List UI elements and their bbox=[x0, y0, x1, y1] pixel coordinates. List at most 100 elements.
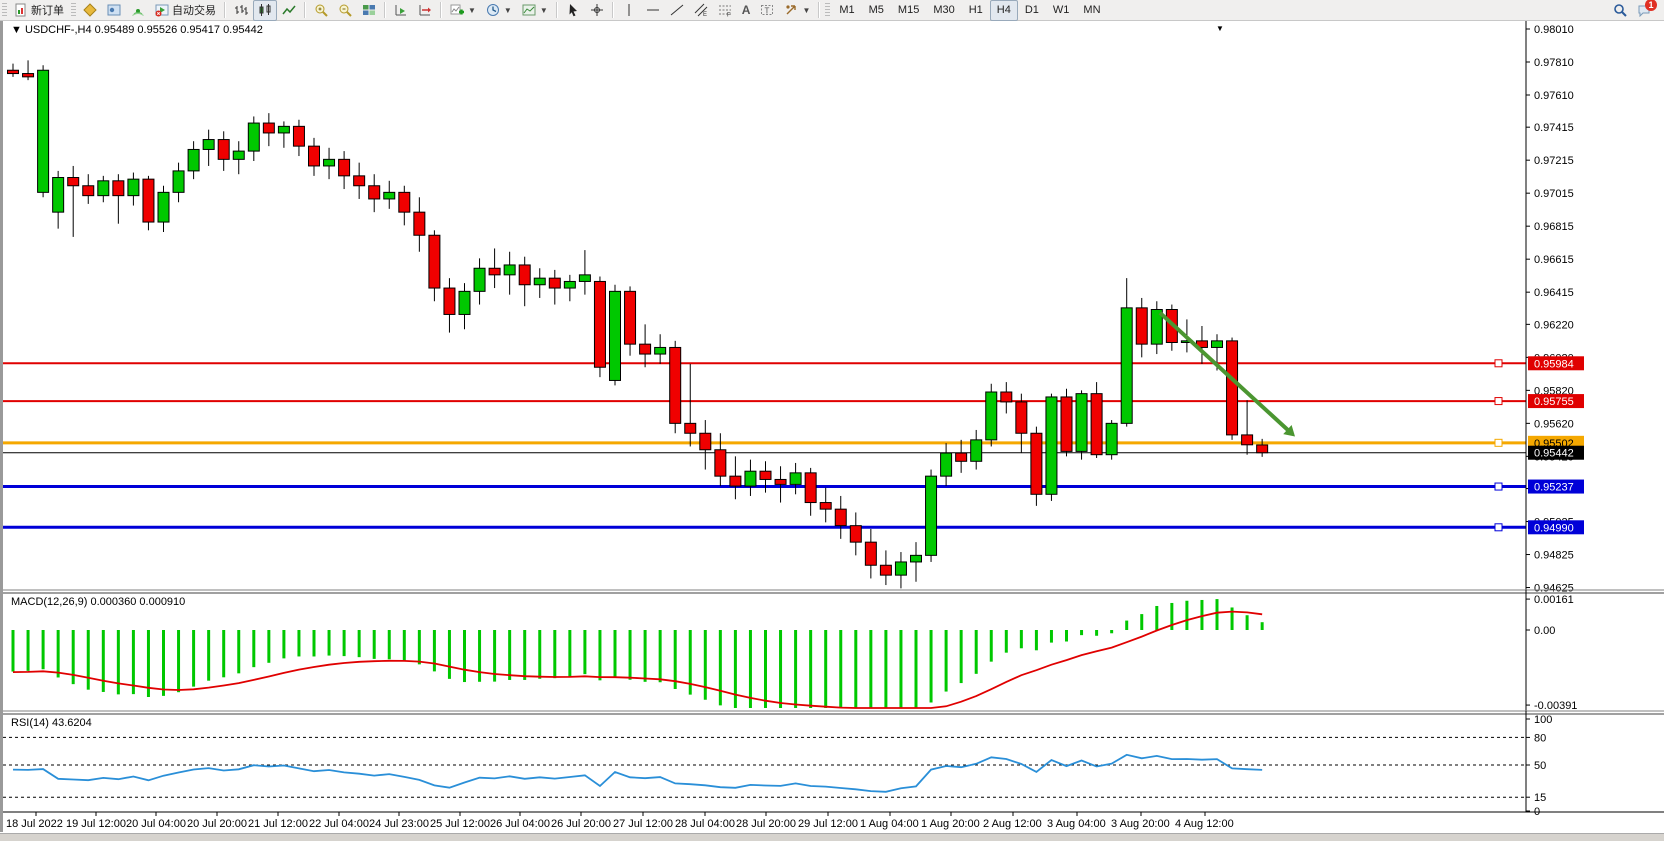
time-tick-label: 21 Jul 12:00 bbox=[248, 818, 308, 830]
candle-body bbox=[414, 212, 425, 235]
templates-button[interactable]: ▼ bbox=[517, 0, 553, 21]
candle-body bbox=[324, 159, 335, 166]
candle-body bbox=[128, 179, 139, 196]
chart-window[interactable]: 0.980100.978100.976100.974150.972150.970… bbox=[0, 21, 1664, 832]
macd-label: MACD(12,26,9) 0.000360 0.000910 bbox=[11, 596, 185, 608]
time-tick-label: 18 Jul 2022 bbox=[6, 818, 63, 830]
crosshair-button[interactable] bbox=[585, 0, 609, 21]
line-anchor-handle[interactable] bbox=[1495, 360, 1502, 367]
hline-button[interactable] bbox=[641, 0, 665, 21]
candles-icon bbox=[258, 3, 272, 17]
autotrading-button[interactable]: 自动交易 bbox=[150, 0, 221, 21]
zoom-in-button[interactable] bbox=[309, 0, 333, 21]
candle-body bbox=[98, 181, 109, 196]
candle-body bbox=[489, 268, 500, 275]
auto-scroll-button[interactable] bbox=[389, 0, 413, 21]
timeframe-M1-button[interactable]: M1 bbox=[832, 0, 861, 21]
candle-body bbox=[986, 392, 997, 440]
candle-body bbox=[113, 181, 124, 196]
cursor-icon bbox=[566, 3, 580, 17]
zoomin-icon bbox=[314, 3, 328, 17]
new-order-button[interactable]: 新订单 bbox=[9, 0, 69, 21]
time-tick-label: 25 Jul 12:00 bbox=[430, 818, 490, 830]
navigator-button[interactable] bbox=[102, 0, 126, 21]
cursor-button[interactable] bbox=[561, 0, 585, 21]
timeframe-M5-button[interactable]: M5 bbox=[862, 0, 891, 21]
line-anchor-handle[interactable] bbox=[1495, 483, 1502, 490]
line-anchor-handle[interactable] bbox=[1495, 439, 1502, 446]
trendline-button[interactable] bbox=[665, 0, 689, 21]
arrows-button[interactable]: ▼ bbox=[779, 0, 815, 21]
price-tick-label: 0.98010 bbox=[1534, 24, 1574, 36]
text-label-button[interactable]: T bbox=[755, 0, 779, 21]
bars-chart-button[interactable] bbox=[229, 0, 253, 21]
line-chart-button[interactable] bbox=[277, 0, 301, 21]
candle-body bbox=[640, 344, 651, 354]
candle-body bbox=[715, 450, 726, 476]
candle-body bbox=[173, 171, 184, 192]
fibonacci-button[interactable]: F bbox=[713, 0, 737, 21]
template-icon bbox=[522, 3, 536, 17]
line-anchor-handle[interactable] bbox=[1495, 398, 1502, 405]
chart-shift-button[interactable] bbox=[413, 0, 437, 21]
chart-title: ▼ USDCHF-,H4 0.95489 0.95526 0.95417 0.9… bbox=[11, 24, 263, 36]
doc-icon bbox=[14, 3, 28, 17]
timeframe-H4-button[interactable]: H4 bbox=[990, 0, 1018, 21]
candle-body bbox=[1106, 423, 1117, 454]
line-anchor-handle[interactable] bbox=[1495, 524, 1502, 531]
notifications-button[interactable]: 1 bbox=[1632, 0, 1656, 21]
chart-canvas[interactable]: 0.980100.978100.976100.974150.972150.970… bbox=[3, 21, 1664, 833]
candle-body bbox=[278, 126, 289, 133]
dropdown-caret-icon: ▼ bbox=[504, 6, 512, 15]
timeframe-D1-button[interactable]: D1 bbox=[1018, 0, 1046, 21]
new-order-label: 新订单 bbox=[31, 2, 64, 18]
periods-button[interactable]: ▼ bbox=[481, 0, 517, 21]
timeframe-H1-button[interactable]: H1 bbox=[962, 0, 990, 21]
price-tick-label: 0.96220 bbox=[1534, 319, 1574, 331]
svg-text:T: T bbox=[765, 7, 770, 16]
toolbar-separator bbox=[304, 2, 306, 18]
channel-button[interactable]: E bbox=[689, 0, 713, 21]
candle-body bbox=[1227, 341, 1238, 435]
indicators-button[interactable]: ▼ bbox=[445, 0, 481, 21]
marketwatch-button[interactable] bbox=[78, 0, 102, 21]
candle-body bbox=[1212, 341, 1223, 348]
dropdown-caret-icon: ▼ bbox=[540, 6, 548, 15]
candle-body bbox=[880, 565, 891, 575]
candle-body bbox=[549, 278, 560, 288]
timeframe-M15-button[interactable]: M15 bbox=[891, 0, 926, 21]
candle-body bbox=[218, 140, 229, 160]
price-tick-label: 0.95620 bbox=[1534, 418, 1574, 430]
price-tick-label: 0.97015 bbox=[1534, 188, 1574, 200]
timeframe-MN-button[interactable]: MN bbox=[1076, 0, 1107, 21]
candle-body bbox=[911, 555, 922, 562]
search-button[interactable] bbox=[1608, 0, 1632, 21]
text-icon: A bbox=[742, 4, 751, 16]
candle-body bbox=[564, 281, 575, 288]
price-label-text: 0.94990 bbox=[1534, 522, 1574, 534]
timeframe-W1-button[interactable]: W1 bbox=[1046, 0, 1077, 21]
toolbar-separator bbox=[556, 2, 558, 18]
candle-body bbox=[594, 281, 605, 367]
svg-text:F: F bbox=[727, 13, 731, 18]
tile-windows-button[interactable] bbox=[357, 0, 381, 21]
text-button[interactable]: A bbox=[737, 0, 756, 21]
timeframe-M30-button[interactable]: M30 bbox=[926, 0, 961, 21]
vline-button[interactable] bbox=[617, 0, 641, 21]
scroll-icon bbox=[394, 3, 408, 17]
signals-button[interactable] bbox=[126, 0, 150, 21]
candles-chart-button[interactable] bbox=[253, 0, 277, 21]
toolbar-grip bbox=[825, 3, 830, 17]
channel-icon: E bbox=[694, 3, 708, 17]
price-label-text: 0.95984 bbox=[1534, 358, 1574, 370]
signal-icon bbox=[131, 3, 145, 17]
rsi-tick-label: 15 bbox=[1534, 792, 1546, 804]
time-tick-label: 19 Jul 12:00 bbox=[66, 818, 126, 830]
zoom-out-button[interactable] bbox=[333, 0, 357, 21]
toolbar-separator bbox=[612, 2, 614, 18]
rsi-label: RSI(14) 43.6204 bbox=[11, 717, 92, 729]
macd-tick-label: 0.00161 bbox=[1534, 594, 1574, 606]
candle-body bbox=[805, 473, 816, 503]
candle-body bbox=[188, 149, 199, 170]
candle-body bbox=[23, 74, 34, 77]
